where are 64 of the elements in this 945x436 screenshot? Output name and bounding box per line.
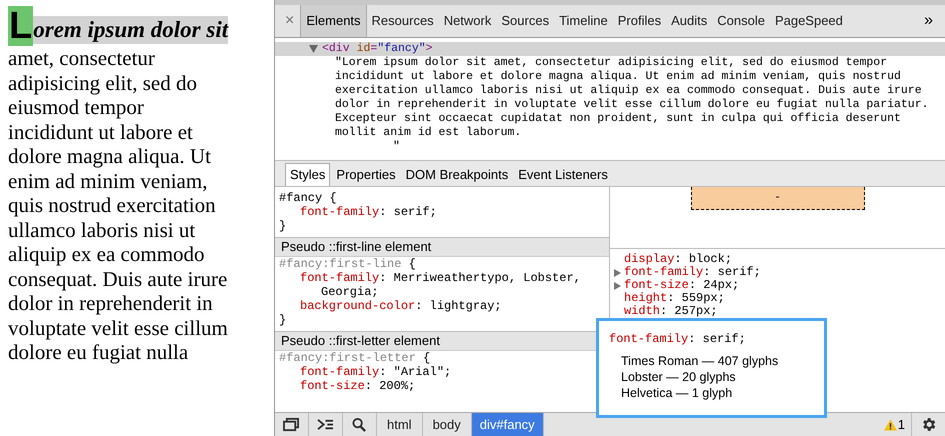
font-usage-line: Times Roman — 407 glyphs — [621, 353, 780, 369]
dom-text-line: dolor in reprehenderit in voluptate velit esse cillum dolore eu fugiat nulla pariatur. — [334, 98, 930, 112]
paragraph-line: enim ad minim veniam, — [8, 168, 208, 193]
expand-triangle-icon[interactable] — [309, 45, 318, 53]
paragraph-line: ullamco laboris nisi ut — [8, 218, 196, 242]
dom-text-line: exercitation ullamco laboris nisi ut aliquip ex ea commodo consequat. Duis aute irure — [334, 84, 923, 98]
panel-tab[interactable]: Resources — [366, 5, 439, 37]
panel-tab[interactable]: Profiles — [612, 5, 666, 37]
panel-tab[interactable]: Timeline — [554, 5, 613, 37]
panel-tab[interactable]: Audits — [666, 5, 712, 37]
styles-sub-tab[interactable]: Styles — [285, 163, 330, 186]
styles-sub-tab[interactable]: Properties — [332, 163, 400, 186]
paragraph-line: amet, consectetur — [8, 46, 156, 70]
css-declaration: background-color: lightgray; — [299, 299, 503, 313]
computed-style: display: block; — [624, 253, 732, 266]
first-line-text: orem ipsum dolor sit — [33, 16, 228, 44]
dom-node-row[interactable]: <div id="fancy"> — [275, 42, 945, 56]
breadcrumb[interactable]: html — [377, 413, 423, 436]
breadcrumb[interactable]: div#fancy — [472, 413, 544, 436]
dom-text-line: incididunt ut labore et dolore magna aliqua. Ut enim ad minim veniam, quis nostrud — [334, 70, 902, 84]
box-model-margin: - — [690, 187, 864, 210]
computed-style: font-size: 24px; — [624, 279, 740, 292]
css-selector: #fancy:first-letter { — [278, 351, 432, 365]
popover-declaration: font-family: serif; — [609, 331, 747, 348]
paragraph-line: aliquip ex ea commodo — [8, 242, 206, 266]
dom-text-line: Excepteur sint occaecat cupidatat non proident, sunt in culpa qui officia deserunt — [334, 112, 902, 126]
panel-tab[interactable]: PageSpeed — [770, 5, 848, 37]
paragraph-line: adipisicing elit, sed do — [8, 70, 198, 95]
panel-tab[interactable]: Elements — [300, 5, 367, 37]
paragraph-line: incididunt ut labore et — [8, 120, 194, 144]
panel-tab[interactable]: Sources — [496, 5, 554, 37]
css-selector: #fancy:first-line { — [278, 257, 417, 271]
css-declaration: font-family: Merriweathertypo, Lobster, — [299, 271, 582, 285]
paragraph-line: dolore eu fugiat nulla — [8, 340, 190, 364]
dom-text-line: "Lorem ipsum dolor sit amet, consectetur adipisicing elit, sed do eiusmod tempor — [334, 56, 888, 70]
styles-sub-tab[interactable]: Event Listeners — [514, 163, 612, 186]
css-declaration: font-family: serif; — [299, 205, 438, 219]
panel-tab[interactable]: Console — [712, 5, 770, 37]
css-selector: #fancy { — [278, 190, 338, 205]
computed-style: height: 559px; — [624, 292, 725, 305]
computed-style: width: 257px; — [624, 305, 718, 318]
font-usage-line: Lobster — 20 glyphs — [621, 369, 737, 385]
warning-count[interactable]: 1 — [898, 414, 905, 434]
dom-text-line: " — [392, 140, 401, 154]
paragraph-line: quis nostrud exercitation — [8, 193, 217, 218]
font-usage-line: Helvetica — 1 glyph — [621, 385, 734, 401]
drop-letter: L — [8, 6, 34, 46]
paragraph-line: voluptate velit esse cillum — [8, 316, 229, 340]
paragraph-line: eiusmod tempor — [8, 95, 145, 120]
css-declaration: Georgia; — [320, 285, 380, 299]
dom-text-line: mollit anim id est laborum. — [334, 126, 522, 140]
panel-tab[interactable]: Network — [438, 5, 496, 37]
element-tag: <div id="fancy"> — [322, 42, 433, 56]
warning-icon[interactable] — [884, 418, 897, 430]
styles-sub-tab[interactable]: DOM Breakpoints — [402, 163, 512, 186]
paragraph-line: consequat. Duis aute irure — [8, 266, 228, 291]
paragraph-line: dolor in reprehenderit in — [8, 291, 214, 316]
paragraph-line: dolore magna aliqua. Ut — [8, 144, 212, 168]
css-declaration: font-family: "Arial"; — [299, 365, 452, 379]
css-declaration: font-size: 200%; — [299, 379, 416, 393]
close-button[interactable]: × — [279, 9, 300, 33]
more-tabs-button[interactable]: » — [916, 9, 941, 33]
section-header: Pseudo ::first-line element — [275, 238, 609, 257]
computed-style: font-family: serif; — [624, 266, 761, 279]
